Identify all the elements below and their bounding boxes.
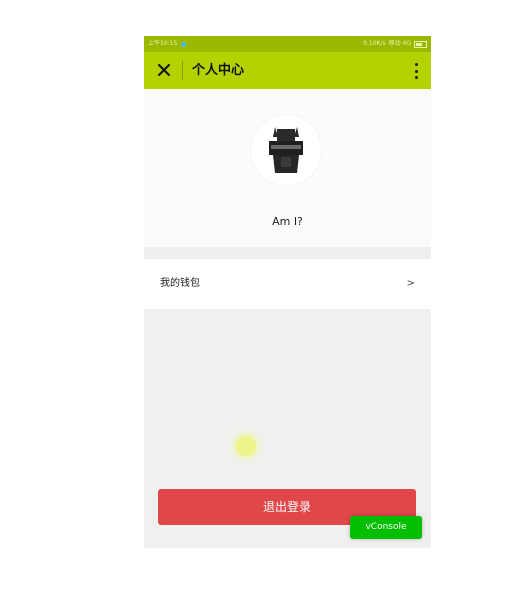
avatar[interactable] (251, 115, 321, 185)
carrier-label: 移动 4G (388, 40, 411, 47)
menu-item-wallet[interactable]: 我的钱包 > (144, 259, 431, 309)
profile-section: Am I? (144, 89, 431, 247)
more-vertical-icon-dot (414, 76, 418, 79)
page-title: 个人中心 (192, 63, 245, 78)
more-vertical-icon-dot (414, 69, 418, 73)
touch-indicator (236, 436, 256, 456)
close-button[interactable] (152, 58, 176, 82)
status-time: 上午10:15 (148, 40, 178, 47)
app-bar-divider (182, 61, 183, 80)
phone-screen: 上午10:15 0.10K/s 移动 4G 个人中心 Am I? 我的钱包 > (144, 36, 431, 548)
chevron-right-icon: > (406, 278, 415, 289)
status-bar: 上午10:15 0.10K/s 移动 4G (144, 36, 431, 52)
more-options-button[interactable] (411, 61, 421, 81)
more-vertical-icon (414, 63, 418, 66)
notification-icon (181, 41, 187, 47)
section-divider (144, 247, 431, 259)
close-icon (157, 63, 171, 77)
battery-icon (414, 40, 427, 48)
menu-item-label: 我的钱包 (160, 278, 200, 289)
vconsole-button[interactable]: vConsole (350, 516, 422, 539)
app-bar: 个人中心 (144, 52, 431, 89)
user-name: Am I? (272, 215, 303, 228)
avatar-image (251, 115, 321, 185)
network-speed: 0.10K/s (363, 40, 386, 47)
